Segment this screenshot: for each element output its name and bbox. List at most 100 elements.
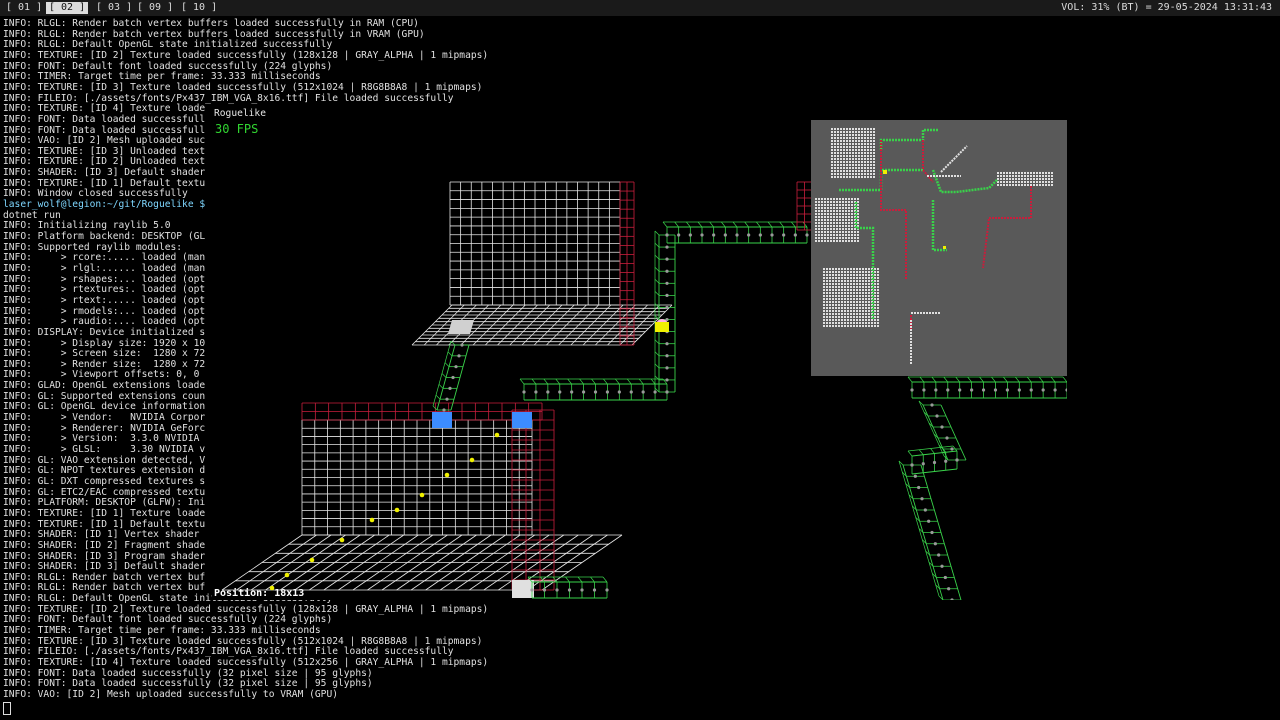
minimap-room <box>865 298 867 300</box>
minimap-room <box>818 213 820 215</box>
minimap-room <box>841 277 843 279</box>
minimap-room <box>874 325 876 327</box>
minimap-room <box>862 268 864 270</box>
minimap-room <box>838 325 840 327</box>
item-marker <box>284 572 290 578</box>
minimap-room <box>824 207 826 209</box>
minimap-room <box>827 201 829 203</box>
minimap-room <box>1012 184 1014 186</box>
workspace-tab[interactable]: [ 02 ] <box>46 2 89 14</box>
game-window-title[interactable]: Roguelike <box>212 108 514 120</box>
minimap-room <box>844 292 846 294</box>
minimap-room <box>854 231 856 233</box>
minimap-room <box>853 292 855 294</box>
workspace-tab[interactable]: [ 10 ] <box>178 2 220 14</box>
terminal-line: INFO: > GLSL: 3.30 NVIDIA v <box>3 444 206 455</box>
game-window[interactable]: 30 FPS Position: 18x13 <box>212 120 1067 600</box>
minimap-room <box>847 325 849 327</box>
minimap-room <box>838 277 840 279</box>
minimap-room <box>821 210 823 212</box>
minimap-room <box>815 240 817 242</box>
minimap-room <box>823 268 825 270</box>
minimap-room <box>821 213 823 215</box>
minimap-room <box>1006 178 1008 180</box>
minimap-room <box>833 225 835 227</box>
minimap-room <box>823 298 825 300</box>
minimap-room <box>859 307 861 309</box>
minimap-room <box>848 234 850 236</box>
minimap-room <box>834 173 836 175</box>
workspace-tab[interactable]: [ 03 ] <box>93 2 135 14</box>
minimap-room <box>843 155 845 157</box>
minimap-room <box>874 274 876 276</box>
minimap-room <box>857 240 859 242</box>
minimap-room <box>837 131 839 133</box>
terminal-cursor-icon <box>3 702 11 715</box>
minimap-room <box>873 152 875 154</box>
minimap-room <box>846 128 848 130</box>
minimap-room <box>826 277 828 279</box>
minimap-room <box>826 322 828 324</box>
minimap-room <box>864 140 866 142</box>
minimap-room <box>849 170 851 172</box>
minimap-room <box>851 210 853 212</box>
minimap-room <box>858 143 860 145</box>
minimap-room <box>840 146 842 148</box>
minimap-room <box>851 207 853 209</box>
minimap-room <box>870 131 872 133</box>
minimap-room <box>858 155 860 157</box>
minimap-room <box>864 152 866 154</box>
minimap-room <box>846 167 848 169</box>
minimap-room <box>1015 175 1017 177</box>
minimap-room <box>847 295 849 297</box>
minimap-room <box>864 158 866 160</box>
minimap-room <box>840 143 842 145</box>
minimap-room <box>843 170 845 172</box>
minimap-room <box>874 301 876 303</box>
minimap-room <box>840 176 842 178</box>
minimap-room <box>831 164 833 166</box>
minimap-room <box>829 325 831 327</box>
minimap-room <box>870 140 872 142</box>
minimap-room <box>836 219 838 221</box>
minimap-room <box>868 295 870 297</box>
floor-tile <box>512 580 534 598</box>
minimap-room <box>844 268 846 270</box>
minimap-room <box>858 164 860 166</box>
minimap-room <box>855 143 857 145</box>
minimap-room <box>838 313 840 315</box>
minimap-room <box>835 289 837 291</box>
minimap-room <box>840 158 842 160</box>
item-marker <box>444 472 450 478</box>
minimap-room <box>833 204 835 206</box>
minimap-room <box>873 128 875 130</box>
minimap-room <box>853 301 855 303</box>
minimap-room <box>864 149 866 151</box>
minimap-room <box>858 134 860 136</box>
minimap-room <box>837 143 839 145</box>
minimap-room <box>850 283 852 285</box>
minimap-room <box>1009 178 1011 180</box>
minimap-room <box>833 237 835 239</box>
workspace-tab[interactable]: [ 09 ] <box>134 2 176 14</box>
minimap-room <box>1036 172 1038 174</box>
minimap-room <box>852 152 854 154</box>
minimap-room <box>831 152 833 154</box>
minimap-room <box>827 237 829 239</box>
minimap-room <box>829 307 831 309</box>
minimap-room <box>850 271 852 273</box>
minimap-room <box>844 283 846 285</box>
minimap-room <box>865 310 867 312</box>
minimap-room <box>845 237 847 239</box>
minimap-room <box>818 231 820 233</box>
minimap-room <box>861 134 863 136</box>
minimap-room <box>836 222 838 224</box>
minimap-room <box>870 164 872 166</box>
minimap-room <box>850 322 852 324</box>
minimap-room <box>862 301 864 303</box>
minimap-room <box>847 271 849 273</box>
minimap-room <box>855 131 857 133</box>
minimap-room <box>826 319 828 321</box>
minimap-room <box>858 131 860 133</box>
workspace-tab[interactable]: [ 01 ] <box>3 2 45 14</box>
